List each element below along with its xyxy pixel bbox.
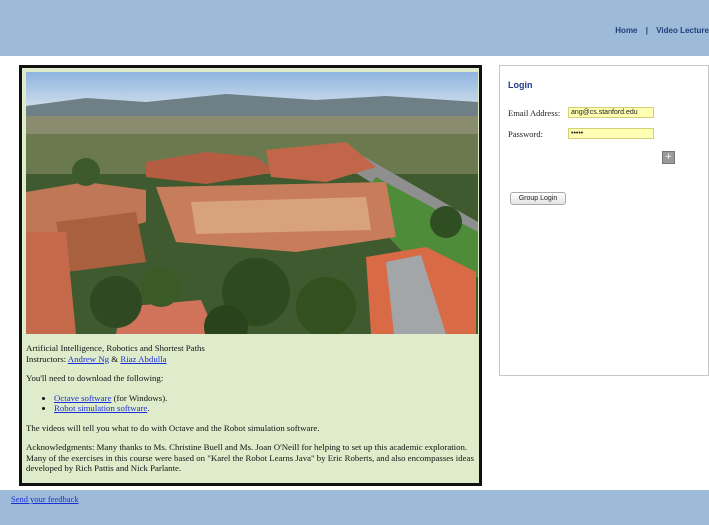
nav-home-link[interactable]: Home [615,26,637,35]
acknowledgments: Acknowledgments: Many thanks to Ms. Chri… [26,442,474,473]
add-icon[interactable]: + [662,151,675,164]
download-list: Octave software (for Windows). Robot sim… [26,393,478,414]
email-field[interactable]: ang@cs.stanford.edu [568,107,654,118]
login-title: Login [508,80,533,90]
nav-video-lectures-link[interactable]: Video Lecture [656,26,709,35]
download-intro: You'll need to download the following: [26,373,164,383]
list-item: Octave software (for Windows). [54,393,478,404]
octave-suffix: (for Windows). [111,392,168,403]
email-label: Email Address: [508,108,561,118]
top-nav: Home | Video Lecture [615,26,709,40]
robot-simulation-software-link[interactable]: Robot simulation software [54,403,147,413]
robot-suffix: . [147,403,150,413]
list-item: Robot simulation software. [54,403,478,414]
instructor-riaz-abdulla-link[interactable]: Riaz Abdulla [120,354,166,364]
header-bar: Home | Video Lecture [0,0,709,56]
course-description: Artificial Intelligence, Robotics and Sh… [26,343,478,483]
course-title: Artificial Intelligence, Robotics and Sh… [26,343,205,353]
octave-software-link[interactable]: Octave software [54,393,111,403]
nav-separator: | [645,26,648,35]
password-label: Password: [508,129,543,139]
group-login-button[interactable]: Group Login [510,192,566,205]
instructor-andrew-ng-link[interactable]: Andrew Ng [68,354,109,364]
footer-bar [0,490,709,525]
videos-note: The videos will tell you what to do with… [26,422,320,433]
course-panel: Artificial Intelligence, Robotics and Sh… [19,65,482,486]
ampersand: & [111,353,119,364]
campus-aerial-photo [26,72,478,334]
instructors-label: Instructors: [26,353,67,364]
password-field[interactable]: ••••• [568,128,654,139]
send-feedback-link[interactable]: Send your feedback [11,494,79,504]
login-panel: Login Email Address: ang@cs.stanford.edu… [499,65,709,376]
